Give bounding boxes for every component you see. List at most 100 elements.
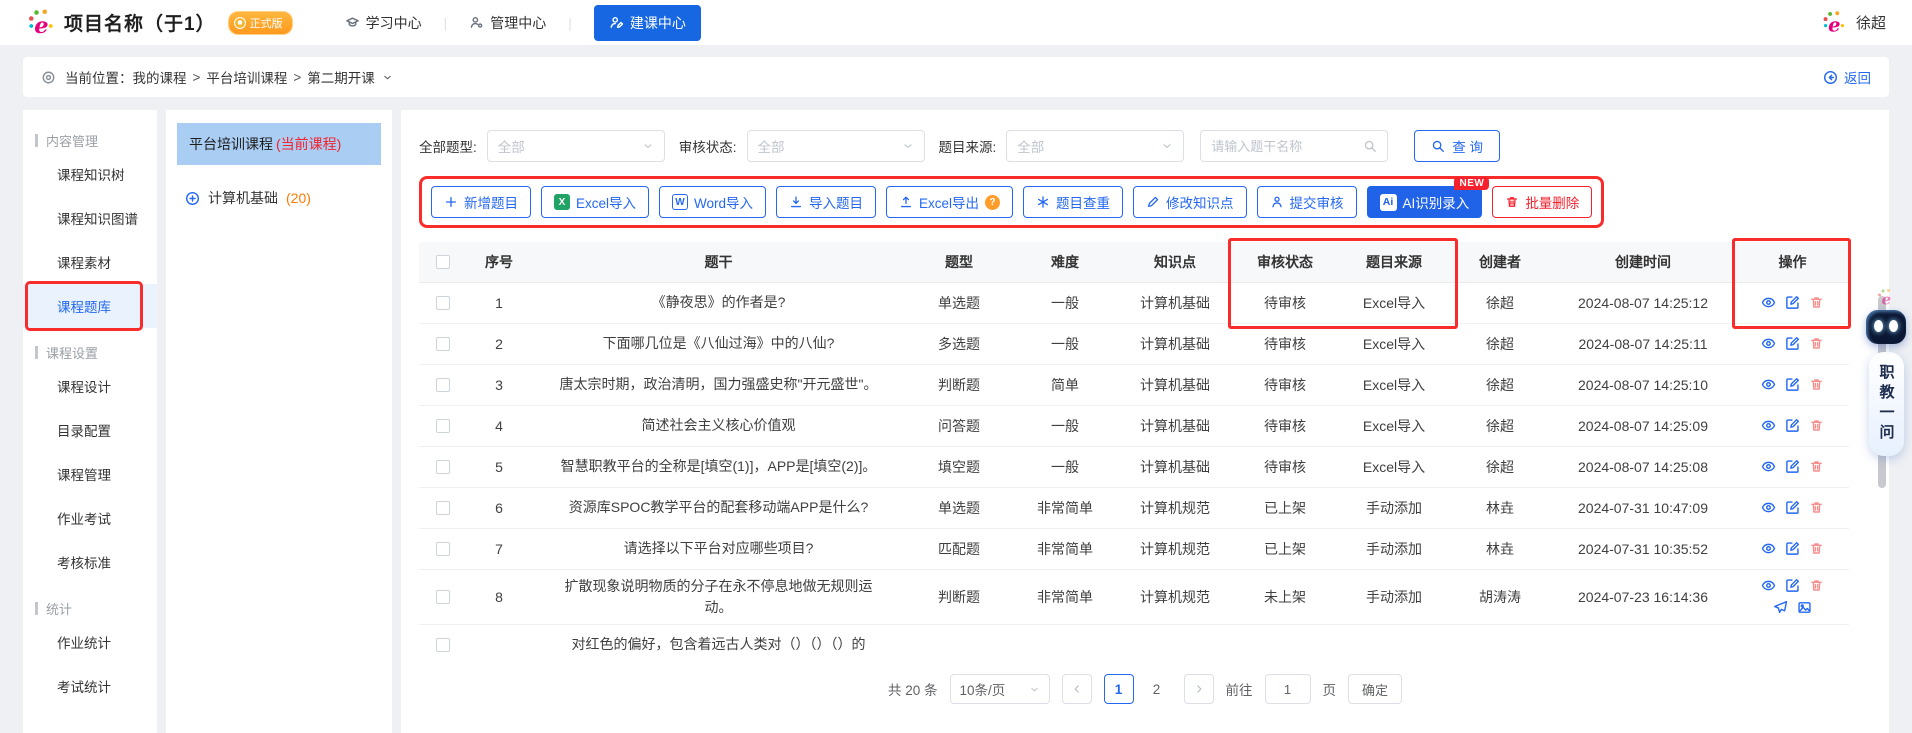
toolbar-batch-delete[interactable]: 批量删除 xyxy=(1492,186,1593,218)
sidebar-item-exam-stats[interactable]: 考试统计 xyxy=(23,664,157,708)
tree-node-count: (20) xyxy=(286,190,311,206)
delete-icon[interactable] xyxy=(1809,418,1824,433)
sidebar-item-homework-exam[interactable]: 作业考试 xyxy=(23,496,157,540)
edit-square-icon[interactable] xyxy=(1785,377,1800,392)
app-logo-icon: e xyxy=(26,8,56,38)
edit-square-icon[interactable] xyxy=(1785,295,1800,310)
back-button[interactable]: 返回 xyxy=(1823,67,1871,87)
cell-knowledge: 计算机规范 xyxy=(1118,528,1232,570)
sidebar-item-course-manage[interactable]: 课程管理 xyxy=(23,452,157,496)
breadcrumb-item[interactable]: 我的课程 xyxy=(133,67,187,87)
page-number-2[interactable]: 2 xyxy=(1141,674,1172,704)
row-checkbox[interactable] xyxy=(436,418,450,433)
row-checkbox[interactable] xyxy=(436,295,450,310)
chevron-down-icon xyxy=(1161,140,1173,152)
cell-ops xyxy=(1736,528,1849,570)
delete-icon[interactable] xyxy=(1809,336,1824,351)
view-icon[interactable] xyxy=(1761,336,1776,351)
delete-icon[interactable] xyxy=(1809,541,1824,556)
toolbar-add-question[interactable]: 新增题目 xyxy=(431,186,531,218)
filter-label: 审核状态: xyxy=(678,140,737,155)
assistant-label[interactable]: 职教一问 xyxy=(1868,352,1904,456)
cell-knowledge: 计算机规范 xyxy=(1118,487,1232,529)
view-icon[interactable] xyxy=(1761,377,1776,392)
cell-ops xyxy=(1736,405,1849,447)
jump-page-input[interactable] xyxy=(1264,674,1311,704)
row-checkbox[interactable] xyxy=(436,637,450,652)
breadcrumb-item[interactable]: 第二期开课 xyxy=(307,67,375,87)
filter-select-question-source[interactable]: 全部 xyxy=(1006,130,1185,162)
delete-icon[interactable] xyxy=(1809,459,1824,474)
column-header-7: 创建者 xyxy=(1450,242,1550,283)
toolbar-modify-knowledge[interactable]: 修改知识点 xyxy=(1133,186,1247,218)
edit-square-icon[interactable] xyxy=(1785,578,1800,593)
sidebar-item-homework-stats[interactable]: 作业统计 xyxy=(23,620,157,664)
edit-square-icon[interactable] xyxy=(1785,336,1800,351)
edit-square-icon[interactable] xyxy=(1785,418,1800,433)
current-course-row[interactable]: 平台培训课程 (当前课程) xyxy=(177,123,381,165)
delete-icon[interactable] xyxy=(1809,500,1824,515)
sidebar-item-catalog-config[interactable]: 目录配置 xyxy=(23,408,157,452)
confirm-button[interactable]: 确定 xyxy=(1348,674,1403,704)
cell-type: 判断题 xyxy=(906,364,1012,406)
tree-node-computer-basics[interactable]: 计算机基础 (20) xyxy=(177,177,381,219)
send-icon[interactable] xyxy=(1773,600,1788,615)
cell-no: 6 xyxy=(467,487,531,529)
view-icon[interactable] xyxy=(1761,418,1776,433)
delete-icon[interactable] xyxy=(1809,377,1824,392)
search-input[interactable] xyxy=(1211,138,1358,154)
view-icon[interactable] xyxy=(1761,578,1776,593)
column-header-9: 操作 xyxy=(1736,242,1849,283)
row-checkbox[interactable] xyxy=(436,541,450,556)
row-checkbox[interactable] xyxy=(436,377,450,392)
sidebar-item-assess-standard[interactable]: 考核标准 xyxy=(23,540,157,584)
sidebar-item-course-question-bank[interactable]: 课程题库 xyxy=(23,281,157,331)
sidebar-item-course-knowledge-graph[interactable]: 课程知识图谱 xyxy=(23,196,157,240)
nav-build-center[interactable]: 建课中心 xyxy=(593,4,701,41)
toolbar-ai-recognize[interactable]: Ai AI识别录入 NEW xyxy=(1366,177,1490,218)
query-button[interactable]: 查 询 xyxy=(1414,130,1501,162)
nav-manage-center[interactable]: 管理中心 xyxy=(469,13,546,33)
view-icon[interactable] xyxy=(1761,541,1776,556)
prev-page-button[interactable] xyxy=(1061,674,1092,704)
toolbar-import-questions[interactable]: 导入题目 xyxy=(776,186,877,218)
delete-icon[interactable] xyxy=(1809,295,1824,310)
toolbar-excel-export[interactable]: Excel导出? xyxy=(886,186,1014,218)
sidebar-item-course-design[interactable]: 课程设计 xyxy=(23,364,157,408)
toolbar-word-import[interactable]: W Word导入 xyxy=(659,186,767,218)
row-checkbox-cell xyxy=(419,528,467,570)
nav-learn-center[interactable]: 学习中心 xyxy=(345,13,422,33)
assistant-float-widget[interactable]: e 职教一问 xyxy=(1862,288,1910,456)
select-all-checkbox[interactable] xyxy=(436,254,450,269)
filter-select-audit-status[interactable]: 全部 xyxy=(746,130,925,162)
filter-select-question-type[interactable]: 全部 xyxy=(486,130,665,162)
toolbar-submit-audit[interactable]: 提交审核 xyxy=(1256,186,1357,218)
header-user[interactable]: e 徐超 xyxy=(1821,10,1886,36)
column-header-6: 题目来源 xyxy=(1338,242,1450,283)
image-icon[interactable] xyxy=(1797,600,1812,615)
breadcrumb-item[interactable]: 平台培训课程 xyxy=(206,67,287,87)
toolbar-excel-import[interactable]: X Excel导入 xyxy=(541,186,650,218)
view-icon[interactable] xyxy=(1761,295,1776,310)
row-checkbox[interactable] xyxy=(436,336,450,351)
content: 内容管理 课程知识树 课程知识图谱 课程素材 课程题库 课程设置 课程设计 目录配置 课程管理作… xyxy=(23,110,1889,733)
page-size-select[interactable]: 10条/页 xyxy=(949,674,1050,704)
page-number-1[interactable]: 1 xyxy=(1103,674,1134,704)
toolbar-duplicate-check[interactable]: 题目查重 xyxy=(1023,186,1124,218)
edit-square-icon[interactable] xyxy=(1785,500,1800,515)
sidebar-item-course-material[interactable]: 课程素材 xyxy=(23,240,157,284)
edit-square-icon[interactable] xyxy=(1785,541,1800,556)
row-checkbox[interactable] xyxy=(436,459,450,474)
row-checkbox[interactable] xyxy=(436,589,450,604)
robot-icon[interactable] xyxy=(1866,310,1906,344)
delete-icon[interactable] xyxy=(1809,578,1824,593)
row-checkbox[interactable] xyxy=(436,500,450,515)
cell-ops xyxy=(1736,446,1849,488)
view-icon[interactable] xyxy=(1761,459,1776,474)
sidebar-item-course-knowledge-tree[interactable]: 课程知识树 xyxy=(23,152,157,196)
view-icon[interactable] xyxy=(1761,500,1776,515)
row-checkbox-cell xyxy=(419,364,467,406)
section-title-text: 内容管理 xyxy=(46,134,99,149)
next-page-button[interactable] xyxy=(1183,674,1214,704)
edit-square-icon[interactable] xyxy=(1785,459,1800,474)
